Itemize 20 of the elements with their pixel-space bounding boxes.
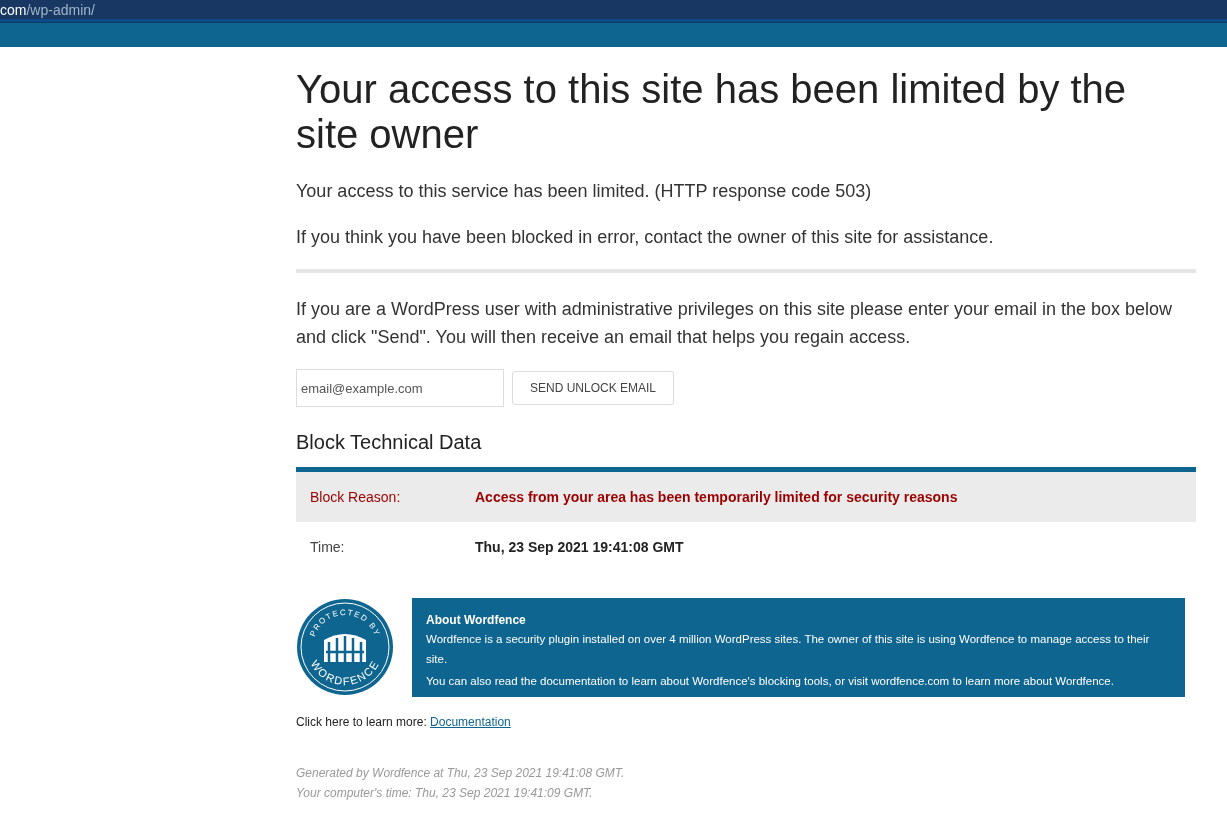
- url-host: com: [0, 2, 27, 17]
- url-path: /wp-admin/: [26, 2, 95, 17]
- row-label: Time:: [309, 537, 346, 557]
- email-field[interactable]: email@example.com: [296, 369, 504, 407]
- documentation-link[interactable]: Documentation: [430, 715, 511, 729]
- message-text: If you think you have been blocked in error, contact the owner of this site for assistance.: [296, 226, 995, 249]
- row-label: Block Reason:: [309, 487, 402, 507]
- page-title: Your access to this site has been limited by the site owner: [296, 67, 1128, 157]
- footer-note: Generated by Wordfence at Thu, 23 Sep 2021 19:41:08 GMT.: [296, 765, 626, 782]
- about-title: About Wordfence: [426, 612, 527, 629]
- message-text: Your access to this service has been limited. (HTTP response code 503): [296, 180, 873, 203]
- about-text: Wordfence is a security plugin installed on over 4 million WordPress sites. The owner of this site is using Wordfence to manage access to their site.: [426, 632, 1151, 667]
- send-unlock-email-button[interactable]: SEND UNLOCK EMAIL: [512, 371, 675, 405]
- learn-more-text: Click here to learn more:: [296, 715, 427, 729]
- row-value: Access from your area has been temporarily limited for security reasons: [475, 487, 958, 507]
- section-heading: Block Technical Data: [296, 430, 483, 455]
- unlock-instructions: If you are a WordPress user with administrative privileges on this site please enter your email in the box below and click "Send". You will then receive an email that helps you regain access.: [296, 298, 1174, 349]
- row-value: Thu, 23 Sep 2021 19:41:08 GMT: [475, 537, 684, 557]
- about-text: You can also read the documentation to learn about Wordfence's blocking tools, or visit wordfence.com to learn more about Wordfence.: [426, 674, 1115, 689]
- footer-note: Your computer's time: Thu, 23 Sep 2021 19:41:09 GMT.: [296, 785, 594, 802]
